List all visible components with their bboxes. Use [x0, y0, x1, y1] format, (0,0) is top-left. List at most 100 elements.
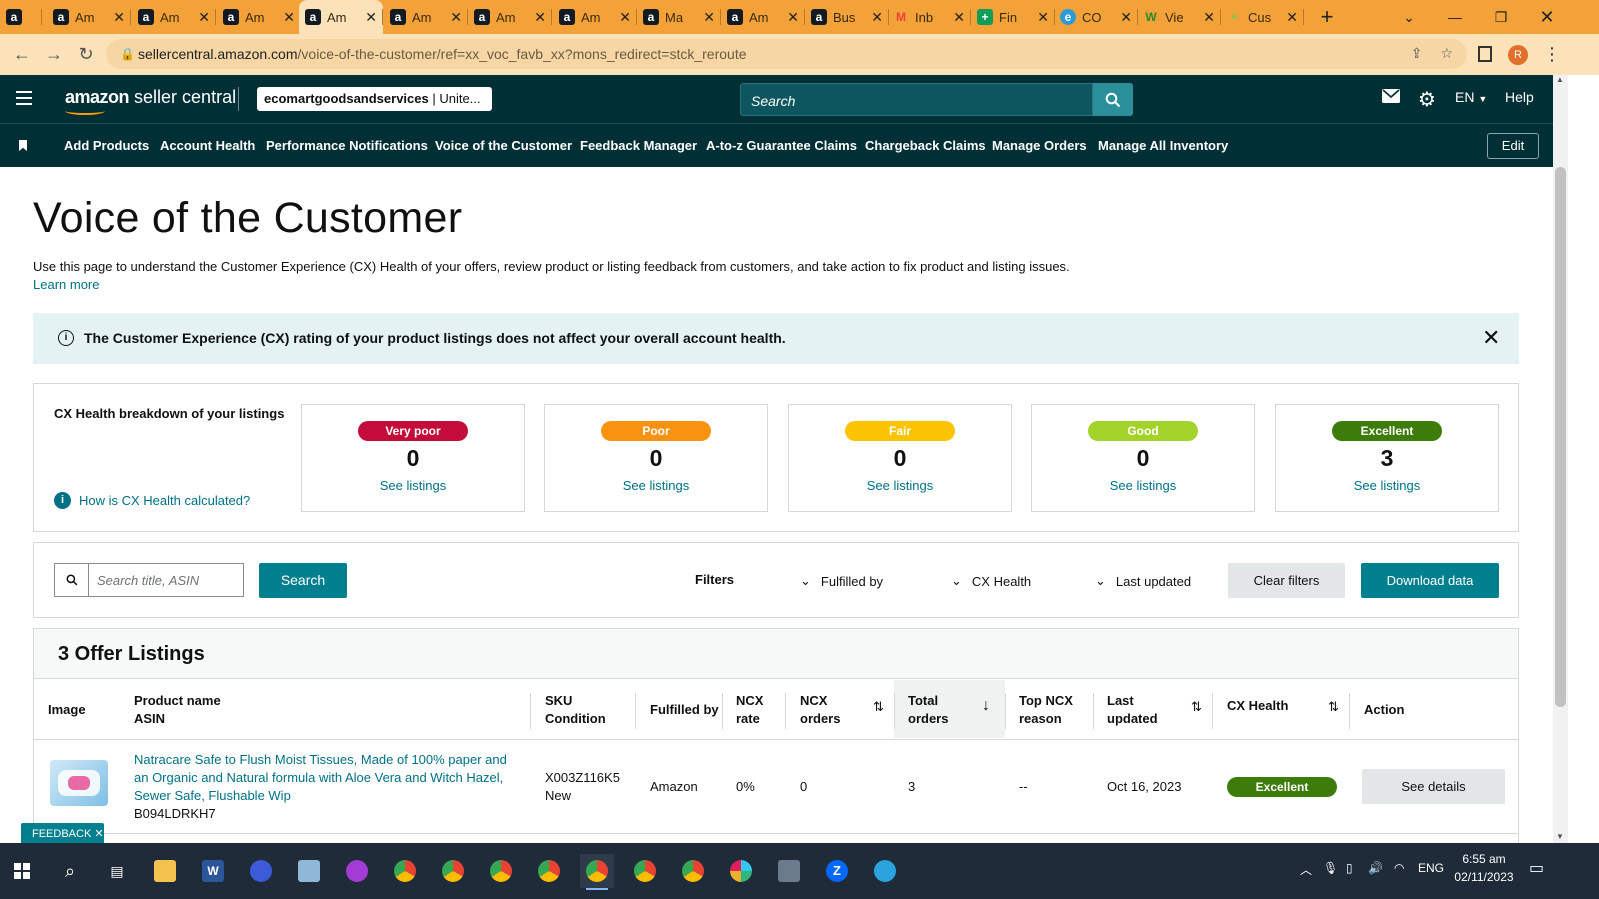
volume-icon[interactable]: 🔊	[1368, 861, 1383, 875]
gear-icon[interactable]: ⚙	[1418, 87, 1436, 112]
col-cx-health[interactable]: CX Health	[1227, 697, 1288, 715]
close-icon[interactable]: ✕	[1482, 325, 1500, 351]
browser-tab[interactable]: a Am ✕	[468, 0, 552, 34]
close-tab-icon[interactable]: ✕	[450, 9, 462, 26]
see-listings-link[interactable]: See listings	[1032, 478, 1254, 493]
browser-tab[interactable]: a Am ✕	[721, 0, 805, 34]
taskbar-search-icon[interactable]: ⌕	[53, 854, 87, 888]
close-tab-icon[interactable]: ✕	[871, 9, 883, 26]
last-updated-dropdown[interactable]: ⌄ Last updated	[1095, 573, 1191, 589]
close-tab-icon[interactable]: ✕	[198, 9, 210, 26]
messenger-icon[interactable]	[340, 854, 374, 888]
browser-tab[interactable]: a Am ✕	[384, 0, 468, 34]
browser-tab[interactable]: e CO ✕	[1054, 0, 1138, 34]
see-listings-link[interactable]: See listings	[1276, 478, 1498, 493]
chrome-icon[interactable]	[484, 854, 518, 888]
browser-tab[interactable]: a Am ✕	[132, 0, 216, 34]
input-language[interactable]: ENG	[1418, 861, 1444, 875]
forward-icon[interactable]: →	[38, 44, 70, 65]
seller-central-logo[interactable]: amazon seller central	[65, 87, 236, 115]
minimize-icon[interactable]: —	[1432, 0, 1478, 34]
bookmark-icon[interactable]	[19, 140, 27, 151]
close-tab-icon[interactable]: ✕	[1120, 9, 1132, 26]
see-listings-link[interactable]: See listings	[789, 478, 1011, 493]
browser-tab[interactable]: a Am ✕	[553, 0, 637, 34]
chrome-icon[interactable]	[676, 854, 710, 888]
scrollbar-thumb[interactable]	[1555, 167, 1566, 707]
microphone-icon[interactable]: 🎙	[1323, 861, 1338, 875]
close-tab-icon[interactable]: ✕	[534, 9, 546, 26]
browser-tab[interactable]: a Bus ✕	[805, 0, 889, 34]
close-tab-icon[interactable]: ✕	[365, 9, 377, 26]
tray-chevron-icon[interactable]: ︿	[1300, 861, 1312, 878]
scroll-down-icon[interactable]: ▼	[1556, 832, 1564, 841]
restore-icon[interactable]: ❐	[1478, 0, 1524, 34]
cx-calculation-link[interactable]: i How is CX Health calculated?	[54, 492, 250, 509]
calculator-icon[interactable]	[772, 854, 806, 888]
close-tab-icon[interactable]: ✕	[953, 9, 965, 26]
col-last-updated[interactable]: Last updated	[1107, 692, 1158, 728]
download-data-button[interactable]: Download data	[1361, 563, 1499, 598]
close-window-icon[interactable]: ✕	[1524, 0, 1570, 34]
search-button[interactable]: Search	[259, 563, 347, 598]
browser-tab[interactable]: a Am ✕	[47, 0, 131, 34]
chrome-icon[interactable]	[580, 854, 614, 890]
sort-icon[interactable]: ⇅	[1328, 699, 1339, 715]
listing-search-input[interactable]: Search title, ASIN	[88, 563, 244, 597]
see-listings-link[interactable]: See listings	[302, 478, 524, 493]
close-tab-icon[interactable]: ✕	[113, 9, 125, 26]
nav-item-chargeback-claims[interactable]: Chargeback Claims	[865, 138, 986, 153]
browser-tab[interactable]: a	[0, 0, 42, 34]
word-icon[interactable]: W	[196, 854, 230, 888]
chrome-icon[interactable]	[436, 854, 470, 888]
browser-tab[interactable]: M Inb ✕	[887, 0, 971, 34]
nav-item-voice-of-the-customer[interactable]: Voice of the Customer	[435, 138, 572, 153]
sort-descending-icon[interactable]: ↓	[982, 697, 990, 715]
mail-icon[interactable]	[1382, 89, 1400, 106]
language-selector[interactable]: EN ▼	[1455, 89, 1487, 105]
edit-nav-button[interactable]: Edit	[1487, 133, 1539, 159]
browser-tab[interactable]: W Vie ✕	[1137, 0, 1221, 34]
share-icon[interactable]: ⇪	[1411, 45, 1423, 62]
close-tab-icon[interactable]: ✕	[703, 9, 715, 26]
sort-icon[interactable]: ⇅	[1191, 699, 1202, 715]
col-ncx-orders[interactable]: NCX orders	[800, 692, 840, 728]
file-explorer-icon[interactable]	[148, 854, 182, 888]
browser-tab[interactable]: ✦ Cus ✕	[1220, 0, 1304, 34]
product-name-link[interactable]: Natracare Safe to Flush Moist Tissues, M…	[134, 751, 507, 805]
close-tab-icon[interactable]: ✕	[283, 9, 295, 26]
telegram-icon[interactable]	[868, 854, 902, 888]
page-scrollbar[interactable]: ▲ ▼	[1553, 75, 1568, 843]
zalo-icon[interactable]: Z	[820, 854, 854, 888]
fulfilled-by-dropdown[interactable]: ⌄ Fulfilled by	[800, 573, 883, 589]
back-icon[interactable]: ←	[6, 44, 38, 65]
taskbar-clock[interactable]: 6:55 am 02/11/2023	[1444, 850, 1524, 886]
nav-item-account-health[interactable]: Account Health	[160, 138, 255, 153]
close-tab-icon[interactable]: ✕	[1037, 9, 1049, 26]
browser-tab[interactable]: a Am ✕	[299, 0, 383, 34]
app-icon[interactable]	[244, 854, 278, 888]
nav-item-manage-orders[interactable]: Manage Orders	[992, 138, 1087, 153]
nav-item-add-products[interactable]: Add Products	[64, 138, 149, 153]
global-search-input[interactable]: Search	[740, 83, 1093, 116]
cx-health-dropdown[interactable]: ⌄ CX Health	[951, 573, 1031, 589]
search-icon[interactable]	[1093, 83, 1133, 116]
col-product-name[interactable]: Product name ASIN	[134, 692, 221, 728]
slack-icon[interactable]	[724, 854, 758, 888]
battery-icon[interactable]: ▯	[1346, 861, 1353, 875]
see-details-button[interactable]: See details	[1362, 769, 1505, 804]
close-tab-icon[interactable]: ✕	[1203, 9, 1215, 26]
bookmark-star-icon[interactable]: ☆	[1440, 45, 1453, 62]
nav-item-manage-all-inventory[interactable]: Manage All Inventory	[1098, 138, 1228, 153]
nav-item-feedback-manager[interactable]: Feedback Manager	[580, 138, 697, 153]
account-switcher[interactable]: ecomartgoodsandservices | Unite...	[257, 87, 492, 111]
close-tab-icon[interactable]: ✕	[787, 9, 799, 26]
side-panel-icon[interactable]	[1478, 46, 1492, 62]
browser-tab[interactable]: a Am ✕	[217, 0, 301, 34]
tab-search-icon[interactable]: ⌄	[1386, 0, 1432, 34]
notes-app-icon[interactable]	[292, 854, 326, 888]
browser-tab[interactable]: a Ma ✕	[637, 0, 721, 34]
learn-more-link[interactable]: Learn more	[33, 277, 99, 292]
wifi-icon[interactable]: ◠	[1394, 861, 1404, 875]
feedback-tab[interactable]: FEEDBACK ✕	[21, 823, 104, 845]
